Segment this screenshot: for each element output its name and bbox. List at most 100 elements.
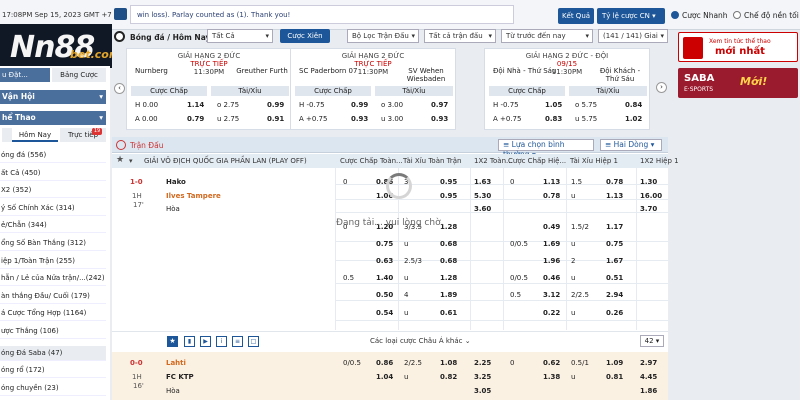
sidebar-item[interactable]: óng rổ (172) [0, 363, 106, 379]
view-type-select[interactable]: ≡ Lựa chọn bình thường ▾ [498, 139, 594, 159]
odds-cell[interactable]: 1.13 [543, 178, 560, 186]
market-select[interactable]: Tất Cả ▾ [207, 29, 273, 43]
odds-cell[interactable]: 1.69 [543, 240, 560, 248]
odds-cell[interactable]: 0.95 [440, 178, 457, 186]
match-card[interactable]: GIẢI HẠNG 2 ĐỨC - ĐỘI 09/15 11:30PM Đội Nhà… [484, 48, 650, 130]
odds-cell[interactable]: 2.97 [640, 359, 657, 367]
away-team[interactable]: FC KTP [166, 373, 194, 381]
card-handicap-odds[interactable]: 0.99 [351, 99, 368, 111]
odds-type-select[interactable]: Tỷ lệ cược CN ▾ [597, 8, 665, 24]
carousel-next-icon[interactable]: › [656, 82, 667, 93]
sidebar-item[interactable]: ược Thắng (106) [0, 324, 106, 339]
card-handicap-odds[interactable]: 1.14 [187, 99, 204, 111]
sports-news-banner[interactable]: Xem tin tức thể thao mới nhất [678, 32, 798, 62]
card-handicap-odds[interactable]: 1.05 [545, 99, 562, 111]
odds-cell[interactable]: 0.46 [543, 274, 560, 282]
sidebar-item[interactable]: á Cược Tổng Hợp (1164) [0, 306, 106, 322]
results-button[interactable]: Kết Quả [558, 8, 594, 24]
odds-cell[interactable]: 0.50 [376, 291, 393, 299]
odds-cell[interactable]: 4.45 [640, 373, 657, 381]
odds-cell[interactable]: 1.08 [440, 359, 457, 367]
sidebar-item[interactable]: ổng Số Bàn Thắng (312) [0, 236, 106, 251]
sidebar-tab-today[interactable]: Hôm Nay [12, 128, 58, 142]
page-info-select[interactable]: (141 / 141) Giai ▾ [598, 29, 668, 43]
odds-cell[interactable]: 1.86 [640, 387, 657, 395]
odds-cell[interactable]: 3.60 [474, 205, 491, 213]
odds-cell[interactable]: 1.63 [474, 178, 491, 186]
odds-cell[interactable]: 1.09 [606, 359, 623, 367]
odds-cell[interactable]: 0.49 [543, 223, 560, 231]
info-icon[interactable]: i [216, 336, 227, 347]
star-icon[interactable]: ★ [116, 155, 124, 165]
home-team[interactable]: Lahti [166, 359, 186, 367]
odds-cell[interactable]: 1.28 [440, 274, 457, 282]
odds-cell[interactable]: 3.70 [640, 205, 657, 213]
match-filter-select[interactable]: Bộ Lọc Trận Đấu ▾ [347, 29, 419, 43]
sidebar-item[interactable]: àn thắng Đầu/ Cuối (179) [0, 289, 106, 304]
odds-cell[interactable]: 0.54 [376, 309, 393, 317]
odds-cell[interactable]: 0.68 [440, 240, 457, 248]
card-ou-odds[interactable]: 0.84 [625, 99, 642, 111]
row-mode-select[interactable]: ≡ Hai Dòng ▾ [600, 139, 662, 151]
odds-cell[interactable]: 1.67 [606, 257, 623, 265]
odds-cell[interactable]: 0.63 [376, 257, 393, 265]
card-handicap-odds[interactable]: 0.83 [545, 113, 562, 125]
sidebar-section-olympics[interactable]: Vận Hội ▾ [0, 90, 106, 104]
odds-cell[interactable]: 0.78 [543, 192, 560, 200]
parlay-button[interactable]: Cược Xiên [280, 29, 330, 43]
sidebar-item[interactable]: óng Đá Saba (47) [0, 345, 106, 361]
all-matches-select[interactable]: Tất cả trận đấu ▾ [424, 29, 496, 43]
match-card[interactable]: GIẢI HẠNG 2 ĐỨC TRỰC TIẾP 11:30PM SC Paderb… [290, 48, 456, 130]
odds-cell[interactable]: 0.51 [606, 274, 623, 282]
card-handicap-odds[interactable]: 0.79 [187, 113, 204, 125]
odds-cell[interactable]: 2.94 [606, 291, 623, 299]
odds-cell[interactable]: 0.22 [543, 309, 560, 317]
sidebar-item[interactable]: óng đá (556) [0, 148, 106, 163]
odds-cell[interactable]: 1.13 [606, 192, 623, 200]
odds-cell[interactable]: 5.30 [474, 192, 491, 200]
collapse-icon[interactable]: ▾ [129, 157, 133, 165]
odds-cell[interactable]: 0.26 [606, 309, 623, 317]
odds-cell[interactable]: 0.62 [543, 359, 560, 367]
card-ou-odds[interactable]: 0.93 [431, 113, 448, 125]
carousel-prev-icon[interactable]: ‹ [114, 83, 125, 94]
odds-cell[interactable]: 0.78 [606, 178, 623, 186]
odds-cell[interactable]: 0.68 [440, 257, 457, 265]
odds-cell[interactable]: 1.38 [543, 373, 560, 381]
dark-mode-toggle[interactable] [733, 11, 741, 19]
odds-cell[interactable]: 0.75 [606, 240, 623, 248]
card-handicap-odds[interactable]: 0.93 [351, 113, 368, 125]
card-ou-odds[interactable]: 0.99 [267, 99, 284, 111]
sidebar-item[interactable]: iệp 1/Toàn Trận (255) [0, 254, 106, 269]
chart-icon[interactable]: ≡ [232, 336, 243, 347]
mail-icon[interactable] [114, 8, 127, 20]
field-icon[interactable]: □ [248, 336, 259, 347]
odds-cell[interactable]: 3.25 [474, 373, 491, 381]
odds-cell[interactable]: 1.04 [376, 373, 393, 381]
match-card[interactable]: GIẢI HẠNG 2 ĐỨC TRỰC TIẾP 11:30PM Nurnberg G… [126, 48, 292, 130]
favorite-star-icon[interactable]: ★ [167, 336, 178, 347]
odds-cell[interactable]: 0.82 [440, 373, 457, 381]
sidebar-item[interactable]: óng chuyền (23) [0, 381, 106, 396]
odds-cell[interactable]: 3.12 [543, 291, 560, 299]
odds-cell[interactable]: 1.89 [440, 291, 457, 299]
site-logo[interactable]: Nn88 bet.com [0, 24, 112, 68]
odds-cell[interactable]: 1.40 [376, 274, 393, 282]
home-team[interactable]: Hako [166, 178, 186, 186]
away-team[interactable]: Ilves Tampere [166, 192, 221, 200]
sidebar-item[interactable]: X2 (352) [0, 183, 106, 199]
odds-cell[interactable]: 2.25 [474, 359, 491, 367]
odds-cell[interactable]: 0.81 [606, 373, 623, 381]
card-ou-odds[interactable]: 1.02 [625, 113, 642, 125]
odds-cell[interactable]: 0.61 [440, 309, 457, 317]
sidebar-section-sports[interactable]: hể Thao ▾ [0, 111, 106, 125]
stats-icon[interactable]: ▮ [184, 336, 195, 347]
sidebar-item[interactable]: hẵn / Lẻ của Nửa trận/...(242) [0, 271, 106, 287]
live-tv-icon[interactable]: ▶ [200, 336, 211, 347]
odds-cell[interactable]: 1.30 [640, 178, 657, 186]
sidebar-betslip-tab[interactable]: Bảng Cược [52, 68, 106, 82]
more-markets-count[interactable]: 42 ▾ [640, 335, 664, 347]
odds-cell[interactable]: 0.86 [376, 359, 393, 367]
odds-cell[interactable]: 1.17 [606, 223, 623, 231]
odds-cell[interactable]: 16.00 [640, 192, 662, 200]
